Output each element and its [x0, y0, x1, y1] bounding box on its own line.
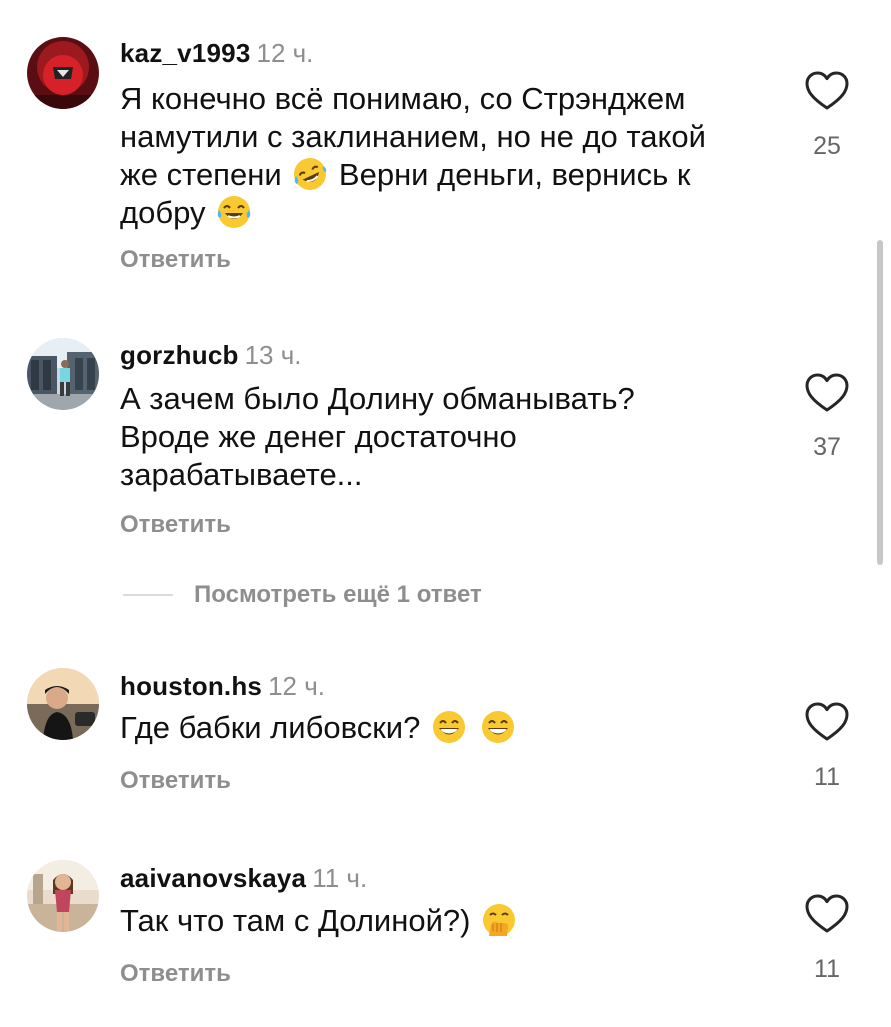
scrollbar[interactable]	[877, 240, 883, 565]
like-count: 25	[813, 132, 841, 160]
like-count: 11	[814, 955, 840, 983]
comment-text: А зачем было Долину обманывать? Вроде же…	[120, 381, 635, 492]
comment-text: Я конечно всё понимаю, со Стрэнджем наму…	[120, 81, 706, 230]
like-count: 11	[814, 763, 840, 791]
heart-outline-icon[interactable]	[804, 372, 850, 414]
grinning-face-emoji	[481, 711, 514, 743]
username[interactable]: aaivanovskaya	[120, 863, 306, 893]
rolling-on-floor-laughing-emoji	[294, 158, 327, 190]
avatar[interactable]	[27, 37, 99, 109]
divider	[123, 594, 173, 596]
comment-meta: gorzhucb 13 ч.	[120, 340, 302, 370]
tears-of-joy-emoji	[217, 196, 251, 228]
heart-outline-icon[interactable]	[804, 701, 850, 743]
timestamp: 12 ч.	[268, 671, 326, 701]
avatar[interactable]	[27, 668, 99, 740]
username[interactable]: houston.hs	[120, 671, 262, 701]
grinning-face-emoji	[432, 711, 465, 743]
face-with-hand-over-mouth-emoji	[483, 904, 516, 936]
reply-button[interactable]: Ответить	[120, 511, 231, 539]
view-more-replies-label[interactable]: Посмотреть ещё 1 ответ	[194, 580, 482, 610]
heart-outline-icon[interactable]	[804, 893, 850, 935]
heart-outline-icon[interactable]	[804, 70, 850, 112]
comment-text: Где бабки либовски?	[120, 709, 760, 747]
reply-button[interactable]: Ответить	[120, 246, 231, 274]
comment-meta: aaivanovskaya 11 ч.	[120, 863, 367, 893]
timestamp: 11 ч.	[312, 863, 368, 893]
comment-meta: kaz_v1993 12 ч.	[120, 38, 313, 68]
reply-button[interactable]: Ответить	[120, 960, 231, 988]
like-count: 37	[813, 433, 841, 461]
timestamp: 12 ч.	[256, 38, 314, 68]
comment-text: Так что там с Долиной?)	[120, 902, 760, 940]
avatar[interactable]	[27, 338, 99, 410]
avatar[interactable]	[27, 860, 99, 932]
reply-button[interactable]: Ответить	[120, 767, 231, 795]
username[interactable]: kaz_v1993	[120, 38, 250, 68]
comment-meta: houston.hs 12 ч.	[120, 671, 325, 701]
timestamp: 13 ч.	[244, 340, 302, 370]
username[interactable]: gorzhucb	[120, 340, 239, 370]
